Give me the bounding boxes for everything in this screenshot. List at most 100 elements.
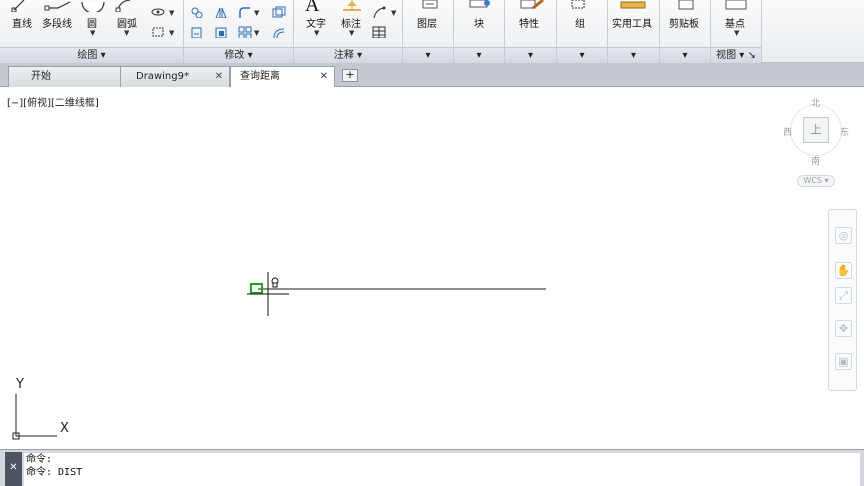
line-button[interactable]: 直线: [12, 15, 32, 30]
layers-panel-expander[interactable]: ▾: [403, 47, 453, 63]
array-dropdown-arrow[interactable]: ▼: [254, 29, 259, 37]
ucs-icon: [12, 394, 57, 440]
array-icon[interactable]: [238, 26, 252, 38]
modify-panel: ▼ ▼ 修改 ▾: [184, 0, 294, 63]
ribbon: 直线 多段线 圆 ▼ 圆弧 ▼ ▼ ▼ 绘图 ▾ ▼ ▼ 修改 ▾ A 文字 ▼…: [0, 0, 864, 63]
layers-button[interactable]: 图层: [417, 15, 437, 30]
ucs-y-label: Y: [16, 377, 24, 392]
zoom-extents-icon[interactable]: ⤢: [835, 287, 852, 304]
viewcube-east[interactable]: 东: [840, 125, 849, 138]
close-icon[interactable]: ✕: [5, 462, 22, 474]
draw-panel: 直线 多段线 圆 ▼ 圆弧 ▼ ▼ ▼ 绘图 ▾: [0, 0, 184, 63]
dimension-icon[interactable]: [341, 0, 363, 12]
close-icon[interactable]: ✕: [215, 67, 223, 86]
block-icon[interactable]: [467, 0, 493, 10]
viewcube-top-face[interactable]: 上: [803, 117, 829, 143]
properties-panel-expander[interactable]: ▾: [505, 47, 556, 63]
rectangle-icon[interactable]: [151, 26, 165, 38]
groups-panel-expander[interactable]: ▾: [557, 47, 607, 63]
line-icon[interactable]: [10, 0, 36, 12]
move-icon[interactable]: [190, 6, 204, 18]
draw-panel-title[interactable]: 绘图 ▾: [0, 47, 183, 63]
navigation-bar: ◎ ✋ ⤢ ✥ ▣: [828, 209, 857, 391]
clipboard-panel-expander[interactable]: ▾: [660, 47, 710, 63]
circle-dropdown-arrow[interactable]: ▼: [90, 29, 95, 37]
close-icon[interactable]: ✕: [320, 67, 328, 86]
hatch-dropdown-arrow[interactable]: ▼: [169, 9, 174, 17]
layers-icon[interactable]: [419, 0, 441, 10]
command-history[interactable]: 命令: 命令: DIST: [24, 453, 860, 486]
base-view-icon[interactable]: [724, 0, 748, 10]
autocad-window: 直线 多段线 圆 ▼ 圆弧 ▼ ▼ ▼ 绘图 ▾ ▼ ▼ 修改 ▾ A 文字 ▼…: [0, 0, 864, 486]
wcs-menu[interactable]: WCS ▾: [797, 175, 835, 187]
arc-icon[interactable]: [114, 0, 134, 12]
leader-icon[interactable]: [372, 6, 386, 18]
modify-panel-title[interactable]: 修改 ▾: [184, 47, 293, 63]
ucs-x-label: X: [60, 421, 69, 436]
tab-query-distance[interactable]: 查询距离 ✕: [230, 66, 335, 87]
text-button[interactable]: 文字: [306, 15, 326, 30]
properties-icon[interactable]: [519, 0, 545, 10]
new-tab-button[interactable]: +: [342, 69, 358, 82]
view-panel-title[interactable]: 视图 ▾ ↘: [711, 47, 761, 63]
orbit-icon[interactable]: ✥: [835, 320, 852, 337]
hatch-icon[interactable]: [151, 6, 165, 18]
offset-icon[interactable]: [272, 26, 286, 38]
scale-icon[interactable]: [214, 26, 228, 38]
base-view-button[interactable]: 基点: [725, 15, 745, 30]
mirror-icon[interactable]: [214, 6, 228, 18]
polyline-button[interactable]: 多段线: [42, 15, 72, 30]
dimension-dropdown-arrow[interactable]: ▼: [349, 29, 354, 37]
document-tab-bar: 开始 Drawing9* ✕ 查询距离 ✕: [0, 63, 864, 87]
annotation-panel: A 文字 ▼ 标注 ▼ ▼ 注释 ▾: [294, 0, 403, 63]
steering-wheel-icon[interactable]: ◎: [835, 227, 852, 244]
showmotion-icon[interactable]: ▣: [835, 353, 852, 370]
utilities-panel-expander[interactable]: ▾: [608, 47, 659, 63]
group-icon[interactable]: [570, 0, 590, 10]
tab-start[interactable]: 开始: [8, 66, 128, 87]
block-button[interactable]: 块: [474, 15, 484, 30]
viewcube-north[interactable]: 北: [811, 96, 820, 109]
pan-icon[interactable]: ✋: [835, 262, 852, 279]
utilities-button[interactable]: 实用工具: [612, 15, 652, 30]
paste-icon[interactable]: [676, 0, 698, 10]
fillet-icon[interactable]: [238, 6, 252, 18]
arc-dropdown-arrow[interactable]: ▼: [124, 29, 129, 37]
group-button[interactable]: 组: [575, 15, 585, 30]
measure-icon[interactable]: [620, 0, 646, 10]
dimension-button[interactable]: 标注: [341, 15, 361, 30]
arc-button[interactable]: 圆弧: [117, 15, 137, 30]
explode-icon[interactable]: [272, 6, 286, 18]
table-icon[interactable]: [372, 26, 386, 38]
utilities-panel: 实用工具 ▾: [608, 0, 660, 63]
tab-drawing9-label: Drawing9*: [136, 71, 189, 82]
circle-icon[interactable]: [80, 0, 106, 12]
drawing-canvas[interactable]: [−][俯视][二维线框] Y X: [5, 88, 859, 448]
copy-icon[interactable]: [190, 26, 204, 38]
annotation-panel-title[interactable]: 注释 ▾: [294, 47, 402, 63]
groups-panel: 组 ▾: [557, 0, 608, 63]
text-dropdown-arrow[interactable]: ▼: [314, 29, 319, 37]
drawing-geometry: [12, 272, 546, 440]
layers-panel: 图层 ▾: [403, 0, 454, 63]
wcs-label: WCS: [803, 176, 822, 185]
view-panel: 基点 ▼ 视图 ▾ ↘: [711, 0, 762, 63]
tab-drawing9[interactable]: Drawing9* ✕: [120, 66, 230, 87]
block-panel-expander[interactable]: ▾: [454, 47, 504, 63]
clipboard-panel: 剪贴板 ▾: [660, 0, 711, 63]
clipboard-button[interactable]: 剪贴板: [669, 15, 699, 30]
viewcube-south[interactable]: 南: [811, 154, 820, 167]
rectangle-dropdown-arrow[interactable]: ▼: [169, 29, 174, 37]
tab-start-label: 开始: [31, 71, 51, 82]
fillet-dropdown-arrow[interactable]: ▼: [254, 9, 259, 17]
properties-panel: 特性 ▾: [505, 0, 557, 63]
block-panel: 块 ▾: [454, 0, 505, 63]
circle-button[interactable]: 圆: [87, 15, 97, 30]
base-view-dropdown-arrow[interactable]: ▼: [734, 29, 739, 37]
command-history-line: 命令:: [26, 454, 53, 465]
viewcube-west[interactable]: 西: [783, 125, 792, 138]
lock-cursor-icon: [271, 277, 279, 288]
leader-dropdown-arrow[interactable]: ▼: [391, 9, 396, 17]
polyline-icon[interactable]: [44, 0, 74, 12]
properties-button[interactable]: 特性: [519, 15, 539, 30]
